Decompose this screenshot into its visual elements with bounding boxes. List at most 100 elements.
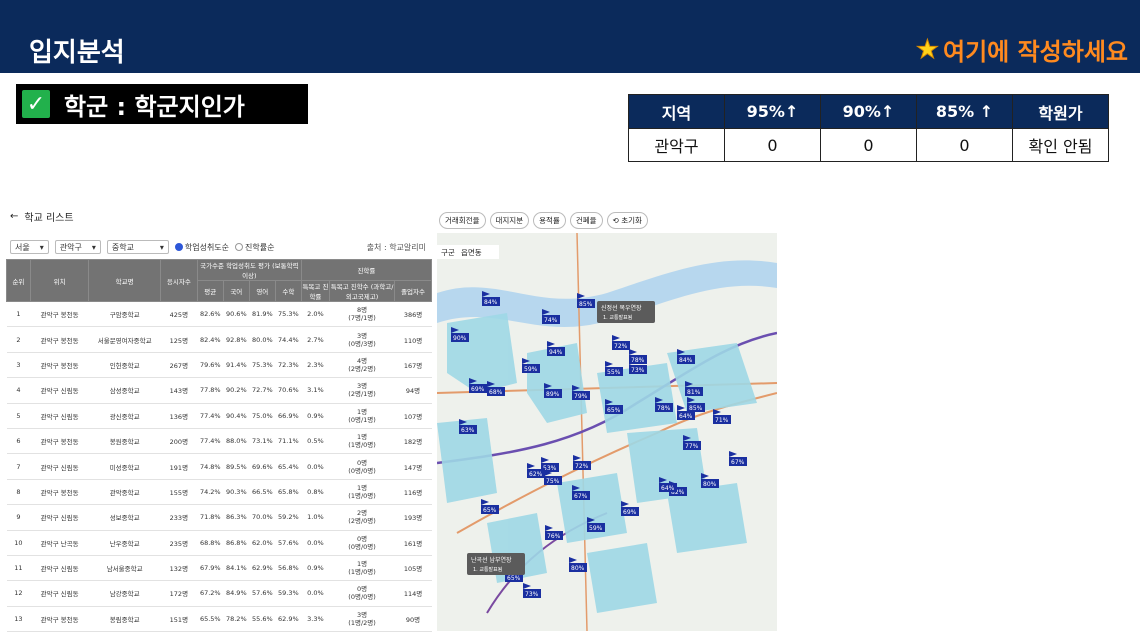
badge-label: 73% (525, 591, 539, 598)
table-cell: 73.1% (249, 428, 276, 455)
table-cell: 관악구 봉천동 (30, 301, 89, 328)
table-cell: 72.7% (249, 377, 276, 404)
table-cell: 인헌중학교 (88, 352, 161, 379)
table-cell: 114명 (394, 580, 432, 607)
table-cell: 구암중학교 (88, 301, 161, 328)
table-cell: 12 (6, 580, 31, 607)
table-cell: 57.6% (249, 580, 276, 607)
table-cell: 65.8% (275, 479, 302, 506)
toolbar-bcr-button[interactable]: 건폐율 (569, 211, 603, 229)
table-cell: 4명 (2명/2명) (329, 352, 395, 379)
badge-label: 85% (689, 405, 703, 412)
table-cell: 13 (6, 606, 31, 633)
table-cell: 57.6% (275, 530, 302, 556)
badge-label: 89% (546, 391, 560, 398)
table-cell: 72.3% (275, 352, 302, 379)
table-row[interactable]: 6 관악구 봉천동 봉원중학교 200명 77.4% 88.0% 73.1% 71.1% 0.5… (6, 428, 432, 455)
col-header: 국가수준 학업성취도 평가 (보통학력이상) (196, 259, 302, 281)
table-cell: 관악구 신림동 (30, 403, 89, 429)
badge-label: 90% (453, 335, 467, 342)
table-row[interactable]: 8 관악구 봉천동 관악중학교 155명 74.2% 90.3% 66.5% 65.8% 0.8… (6, 479, 432, 506)
table-cell: 90.4% (223, 403, 250, 429)
toolbar-turnover-button[interactable]: 거래회전율 (439, 211, 486, 229)
table-cell: 200명 (160, 428, 198, 455)
table-cell: 10 (6, 530, 31, 556)
table-cell: 71.8% (197, 504, 224, 531)
table-row[interactable]: 5 관악구 신림동 광신중학교 136명 77.4% 90.4% 75.0% 66.9% 0.9… (6, 403, 432, 429)
table-cell: 116명 (394, 479, 432, 506)
table-cell: 성보중학교 (88, 504, 161, 531)
table-cell: 2명 (2명/0명) (329, 504, 395, 531)
header-note-text: 여기에 작성하세요 (943, 38, 1128, 66)
sort-admission-radio[interactable]: 진학률순 (235, 242, 274, 253)
city-select[interactable]: 서울 ▾ (10, 240, 49, 254)
map-canvas[interactable]: 84% 74% 85% 90% 59% 94% 72% 55% 73% 78% 69% 68% 89% 7… (437, 233, 777, 631)
table-cell: 84.1% (223, 555, 250, 582)
toolbar-far-button[interactable]: 용적률 (533, 211, 566, 229)
sort-achievement-radio[interactable]: 학업성취도순 (174, 242, 229, 253)
summary-table: 지역 95%↑ 90%↑ 85% ↑ 학원가 관악구 0 0 0 확인 안됨 (628, 94, 1109, 162)
table-cell: 74.4% (275, 326, 302, 353)
source-text: 출처 : 학교알리미 (366, 242, 426, 252)
arrow-left-icon[interactable]: ← (10, 211, 18, 222)
table-cell: 69.6% (249, 453, 276, 480)
refresh-icon: ⟲ (612, 215, 619, 225)
badge-label: 55% (607, 369, 621, 376)
level-select[interactable]: 중학교 ▾ (106, 240, 169, 254)
school-table: 순위 위치 학교명 응시자수 국가수준 학업성취도 평가 (보통학력이상) 진학… (6, 259, 433, 633)
table-cell: 1명 (1명/0명) (329, 479, 395, 506)
table-cell: 151명 (160, 606, 198, 633)
star-icon: ★ (915, 34, 939, 65)
table-cell: 425명 (160, 301, 198, 328)
table-cell: 92.8% (223, 326, 250, 353)
map-tab-gu[interactable]: 구군 (441, 248, 455, 257)
table-row[interactable]: 4 관악구 신림동 삼성중학교 143명 77.8% 90.2% 72.7% 70.6% 3.1… (6, 377, 432, 404)
table-cell: 59.2% (275, 504, 302, 531)
map-panel[interactable]: 거래회전율 대지지분 용적률 건폐율 ⟲ 초기화 84% 74% 85% 90% 59%… (437, 207, 777, 631)
table-cell: 0.8% (301, 479, 330, 506)
map-tab-dong[interactable]: 읍면동 (461, 247, 482, 257)
table-row[interactable]: 2 관악구 봉천동 서울문영여자중학교 125명 82.4% 92.8% 80.0% 74.4… (6, 326, 432, 353)
table-cell: 167명 (394, 352, 432, 379)
badge-label: 69% (471, 386, 485, 393)
table-cell: 75.0% (249, 403, 276, 429)
col-header: 졸업자수 (394, 280, 432, 302)
table-row[interactable]: 13 관악구 봉천동 봉림중학교 151명 65.5% 78.2% 55.6% 62.9% 3.… (6, 606, 432, 633)
summary-header: 지역 (628, 94, 725, 129)
col-header: 수학 (274, 280, 302, 302)
table-cell: 관악구 봉천동 (30, 606, 89, 633)
badge-label: 78% (631, 357, 645, 364)
table-row[interactable]: 9 관악구 신림동 성보중학교 233명 71.8% 86.3% 70.0% 59.2% 1.0… (6, 504, 432, 531)
table-cell: 2 (6, 326, 31, 353)
table-cell: 1 (6, 301, 31, 328)
table-cell: 8 (6, 479, 31, 506)
table-cell: 0명 (0명/0명) (329, 530, 395, 556)
badge-label: 65% (483, 507, 497, 514)
table-cell: 94명 (394, 377, 432, 404)
table-cell: 6 (6, 428, 31, 455)
table-cell: 68.8% (197, 530, 224, 556)
badge-label: 84% (484, 299, 498, 306)
chevron-down-icon: ▾ (91, 242, 96, 252)
summary-header: 90%↑ (820, 94, 917, 129)
callout-box: 난곡선 남부연장 1. 교통발표됨 (467, 553, 525, 575)
toolbar-reset-button[interactable]: ⟲ 초기화 (606, 211, 648, 229)
toolbar-land-share-button[interactable]: 대지지분 (489, 211, 530, 229)
page-title: 입지분석 (29, 38, 125, 68)
table-row[interactable]: 11 관악구 신림동 남서울중학교 132명 67.9% 84.1% 62.9% 56.8% 0… (6, 555, 432, 582)
table-row[interactable]: 7 관악구 신림동 미성중학교 191명 74.8% 89.5% 69.6% 65.4% 0.0… (6, 453, 432, 480)
table-cell: 90.6% (223, 301, 250, 328)
table-row[interactable]: 12 관악구 신림동 남강중학교 172명 67.2% 84.9% 57.6% 59.3% 0.… (6, 580, 432, 607)
table-cell: 3명 (2명/1명) (329, 377, 395, 404)
col-header: 영어 (248, 280, 276, 302)
summary-header: 학원가 (1012, 94, 1109, 129)
table-cell: 56.8% (275, 555, 302, 582)
table-cell: 3명 (0명/3명) (329, 326, 395, 353)
district-select[interactable]: 관악구 ▾ (54, 240, 101, 254)
table-cell: 105명 (394, 555, 432, 582)
table-row[interactable]: 10 관악구 난곡동 난우중학교 235명 68.8% 86.8% 62.0% 57.6% 0.… (6, 530, 432, 556)
table-cell: 남서울중학교 (88, 555, 161, 582)
table-row[interactable]: 1 관악구 봉천동 구암중학교 425명 82.6% 90.6% 81.9% 75.3% 2.0… (6, 301, 432, 328)
badge-label: 85% (579, 301, 593, 308)
table-row[interactable]: 3 관악구 봉천동 인헌중학교 267명 79.6% 91.4% 75.3% 72.3% 2.3… (6, 352, 432, 379)
